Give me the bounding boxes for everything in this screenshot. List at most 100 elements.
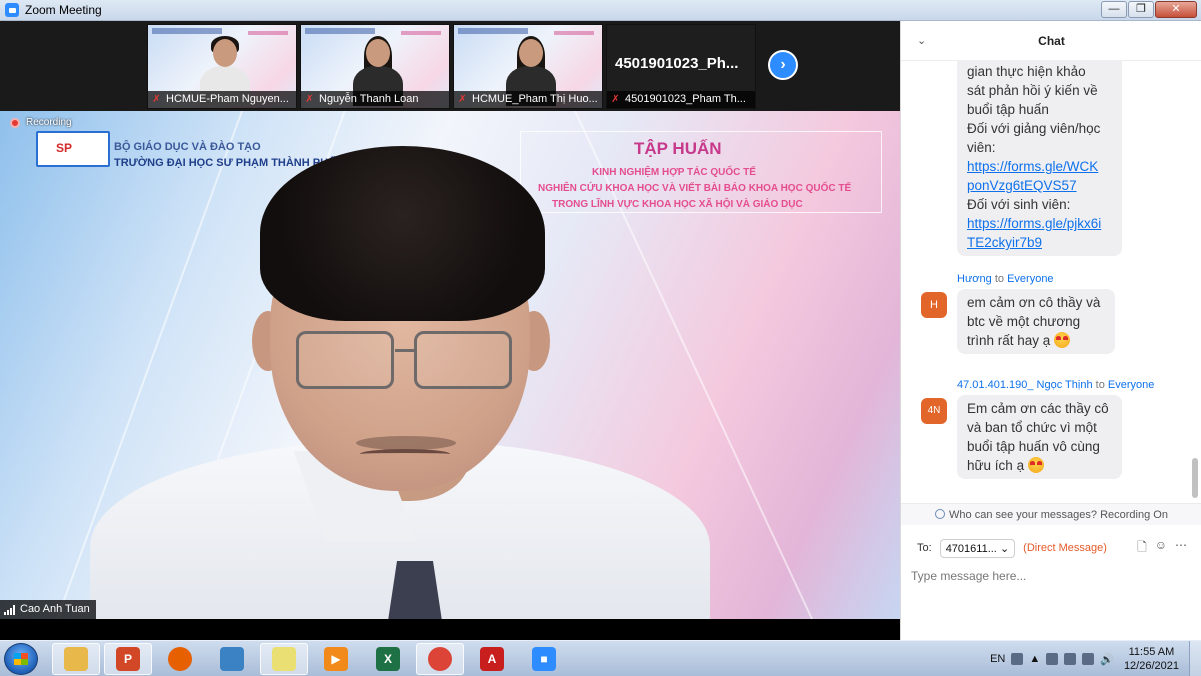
message-sender-line: 47.01.401.190_ Ngọc Thịnh to Everyone xyxy=(957,379,1154,391)
zoom-app-icon xyxy=(5,3,19,17)
taskbar-excel[interactable]: X xyxy=(364,643,412,675)
participant-thumbnail[interactable]: 4501901023_Ph... ✗ 4501901023_Pham Th... xyxy=(606,24,756,109)
sender-name[interactable]: Hương xyxy=(957,273,992,285)
more-icon[interactable]: ⋯ xyxy=(1175,538,1187,559)
lecturer-form-link[interactable]: https://forms.gle/WCK ponVzg6tEQVS57 xyxy=(967,159,1098,193)
language-indicator[interactable]: EN xyxy=(990,653,1005,665)
link-part[interactable]: https://forms.gle/pjkx6i xyxy=(967,216,1101,231)
recipient-dropdown[interactable]: 4701611... ⌄ xyxy=(939,538,1016,558)
taskbar-sticky-notes[interactable] xyxy=(260,643,308,675)
slide-banner xyxy=(305,28,375,34)
heart-eyes-emoji-icon xyxy=(1054,332,1071,348)
chat-panel: ⌄ Chat gian thực hiện khảo sát phản hồi … xyxy=(900,21,1201,640)
chat-message: em cảm ơn cô thầy và btc về một chương t… xyxy=(957,289,1115,354)
participant-thumbnail[interactable]: ✗ HCMUE-Pham Nguyen... xyxy=(147,24,297,109)
taskbar-firefox[interactable] xyxy=(156,643,204,675)
link-part[interactable]: TE2ckyir7b9 xyxy=(967,235,1042,250)
participant-name: 4501901023_Pham Th... xyxy=(607,91,755,108)
network-icon[interactable] xyxy=(1046,653,1059,665)
training-title: TẬP HUẤN xyxy=(634,139,722,158)
participant-head xyxy=(213,39,237,67)
volume-icon[interactable]: 🔊 xyxy=(1100,653,1114,666)
message-line: Đối với giảng viên/học xyxy=(967,121,1101,136)
taskbar-powerpoint[interactable]: P xyxy=(104,643,152,675)
link-part[interactable]: ponVzg6tEQVS57 xyxy=(967,178,1077,193)
glasses-bridge xyxy=(395,349,415,352)
scrollbar-thumb[interactable] xyxy=(1192,458,1198,498)
powerpoint-icon: P xyxy=(116,647,140,671)
mic-muted-icon: ✗ xyxy=(458,94,467,105)
minimize-button[interactable]: — xyxy=(1101,1,1127,18)
message-line: Em cảm ơn các thầy cô xyxy=(967,401,1109,416)
mic-muted-icon: ✗ xyxy=(305,94,314,105)
participant-thumbnail[interactable]: ✗ Nguyễn Thanh Loan xyxy=(300,24,450,109)
media-player-icon: ▶ xyxy=(324,647,348,671)
taskbar-acrobat[interactable]: A xyxy=(468,643,516,675)
participant-head xyxy=(519,39,543,67)
clock[interactable]: 11:55 AM 12/26/2021 xyxy=(1124,645,1179,673)
link-part[interactable]: https://forms.gle/WCK xyxy=(967,159,1098,174)
taskbar-chrome[interactable] xyxy=(416,643,464,675)
active-speaker-video[interactable]: SP BỘ GIÁO DỤC VÀ ĐÀO TẠO TRƯỜNG ĐẠI HỌC… xyxy=(0,111,900,619)
taskbar-zoom[interactable]: ■ xyxy=(520,643,568,675)
message-sender-line: Hương to Everyone xyxy=(957,273,1054,285)
outlook-icon xyxy=(220,647,244,671)
file-explorer-icon xyxy=(64,647,88,671)
avatar: H xyxy=(921,292,947,318)
mic-muted-icon: ✗ xyxy=(611,94,620,105)
window-title: Zoom Meeting xyxy=(25,3,102,17)
taskbar-outlook[interactable] xyxy=(208,643,256,675)
message-line: btc về một chương xyxy=(967,314,1081,329)
slide-banner xyxy=(458,28,528,34)
clock-date: 12/26/2021 xyxy=(1123,660,1179,672)
excel-icon: X xyxy=(376,647,400,671)
taskbar-file-explorer[interactable] xyxy=(52,643,100,675)
next-participants-button[interactable]: › xyxy=(768,50,798,80)
speaker-moustache xyxy=(356,436,456,450)
chrome-icon xyxy=(428,647,452,671)
windows-taskbar: EN ▲ 🔊 11:55 AM 12/26/2021 P ▶ X A ■ xyxy=(0,640,1201,676)
show-desktop-button[interactable] xyxy=(1189,641,1201,676)
visibility-notice[interactable]: Who can see your messages? Recording On xyxy=(901,503,1201,525)
start-button[interactable] xyxy=(4,643,38,675)
taskbar-media-player[interactable]: ▶ xyxy=(312,643,360,675)
chevron-up-icon[interactable]: ▲ xyxy=(1029,653,1040,665)
recording-indicator: Recording xyxy=(10,117,72,128)
recording-icon xyxy=(10,117,20,128)
chat-scrollbar[interactable] xyxy=(1191,63,1199,503)
title-bar: Zoom Meeting — ❐ ✕ xyxy=(0,0,1201,21)
message-line: gian thực hiện khảo xyxy=(967,64,1086,79)
heart-eyes-emoji-icon xyxy=(1027,457,1044,473)
to-label: To: xyxy=(917,542,932,554)
message-line: trình rất hay ạ xyxy=(967,333,1051,348)
close-button[interactable]: ✕ xyxy=(1155,1,1197,18)
keyboard-icon[interactable] xyxy=(1011,653,1024,665)
message-line: và ban tổ chức vì một xyxy=(967,420,1097,435)
recipient-name[interactable]: Everyone xyxy=(1108,379,1154,391)
firefox-icon xyxy=(168,647,192,671)
participant-figure xyxy=(353,36,403,106)
file-icon[interactable]: 🗋 xyxy=(1137,538,1147,559)
student-form-link[interactable]: https://forms.gle/pjkx6i TE2ckyir7b9 xyxy=(967,216,1101,250)
mic-muted-icon: ✗ xyxy=(152,94,161,105)
participant-name: Nguyễn Thanh Loan xyxy=(301,91,449,108)
message-line: sát phản hồi ý kiến về xyxy=(967,83,1098,98)
recipient-name[interactable]: Everyone xyxy=(1007,273,1053,285)
emoji-icon[interactable]: ☺ xyxy=(1155,538,1167,559)
speaker-mouth xyxy=(360,449,450,459)
message-line: Đối với sinh viên: xyxy=(967,197,1071,212)
chat-header: ⌄ Chat xyxy=(901,21,1201,61)
flag-icon[interactable] xyxy=(1064,653,1077,665)
recipient-row: To: 4701611... ⌄ (Direct Message) 🗋 ☺ ⋯ xyxy=(917,537,1187,559)
message-input[interactable] xyxy=(911,566,1191,586)
message-line: buổi tập huấn vô cùng xyxy=(967,439,1100,454)
maximize-button[interactable]: ❐ xyxy=(1128,1,1154,18)
participant-thumbnail[interactable]: ✗ HCMUE_Pham Thị Huo... xyxy=(453,24,603,109)
signal-icon[interactable] xyxy=(1082,653,1095,665)
recipient-value: 4701611... xyxy=(945,542,997,555)
sender-name[interactable]: 47.01.401.190_ Ngọc Thịnh xyxy=(957,379,1093,391)
participant-name: HCMUE_Pham Thị Huo... xyxy=(454,91,602,108)
person-icon xyxy=(935,509,946,519)
glasses-lens xyxy=(296,331,394,389)
slide-banner xyxy=(248,31,288,35)
